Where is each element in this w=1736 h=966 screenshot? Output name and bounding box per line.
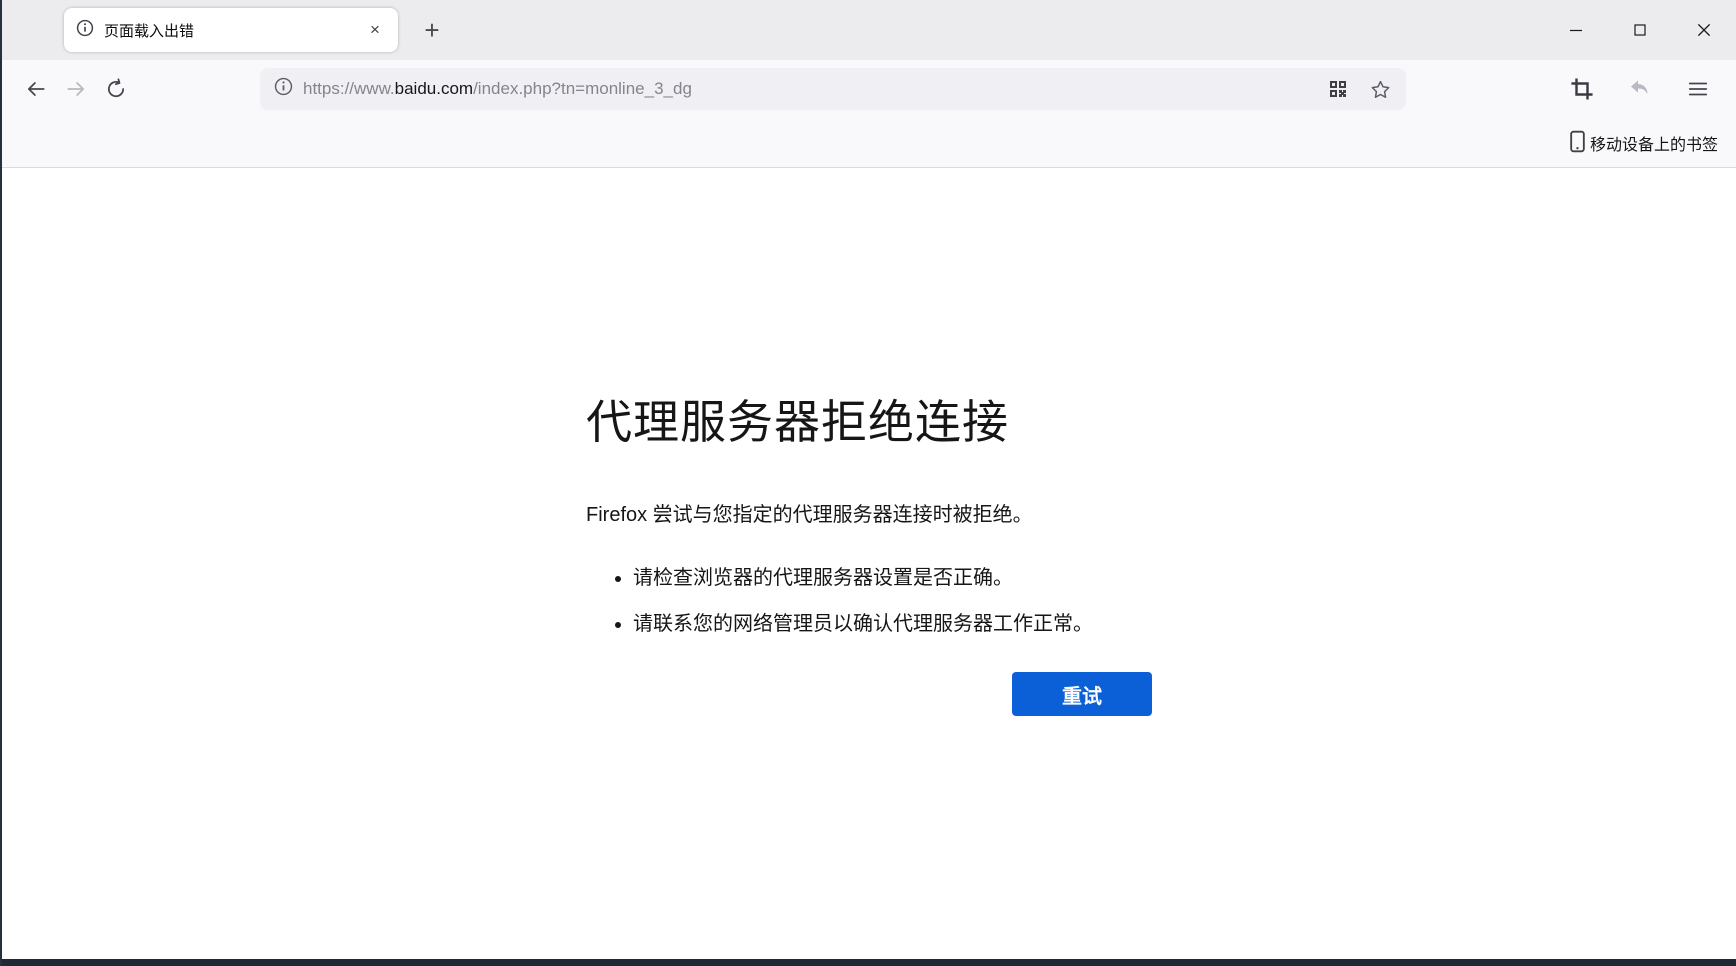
bookmarks-toolbar: 移动设备上的书签 bbox=[2, 118, 1736, 168]
tab-strip: 页面载入出错 × + bbox=[2, 0, 1736, 60]
reload-icon bbox=[105, 78, 127, 100]
tab-close-button[interactable]: × bbox=[362, 17, 388, 43]
error-suggestion-item: 请检查浏览器的代理服务器设置是否正确。 bbox=[633, 561, 1152, 590]
error-description: Firefox 尝试与您指定的代理服务器连接时被拒绝。 bbox=[586, 498, 1152, 527]
phone-icon bbox=[1569, 130, 1586, 156]
error-container: 代理服务器拒绝连接 Firefox 尝试与您指定的代理服务器连接时被拒绝。 请检… bbox=[586, 168, 1152, 716]
retry-button[interactable]: 重试 bbox=[1012, 672, 1152, 716]
button-row: 重试 bbox=[586, 672, 1152, 716]
close-window-button[interactable] bbox=[1672, 0, 1736, 60]
minimize-button[interactable] bbox=[1544, 0, 1608, 60]
hamburger-icon bbox=[1687, 78, 1709, 100]
mobile-bookmarks-item[interactable]: 移动设备上的书签 bbox=[1563, 126, 1724, 160]
error-suggestion-item: 请联系您的网络管理员以确认代理服务器工作正常。 bbox=[633, 607, 1152, 636]
crop-icon bbox=[1571, 78, 1593, 100]
forward-button[interactable] bbox=[56, 69, 96, 109]
close-icon bbox=[1695, 21, 1713, 39]
mobile-bookmarks-label: 移动设备上的书签 bbox=[1590, 131, 1718, 155]
taskbar-edge bbox=[2, 959, 1736, 966]
star-icon bbox=[1370, 79, 1391, 100]
screenshot-crop-button[interactable] bbox=[1566, 73, 1598, 105]
maximize-icon bbox=[1632, 22, 1648, 38]
active-tab[interactable]: 页面载入出错 × bbox=[64, 8, 398, 52]
tab-title: 页面载入出错 bbox=[104, 20, 352, 41]
toolbar-right-actions bbox=[1566, 73, 1722, 105]
url-path: /index.php?tn=monline_3_dg bbox=[473, 79, 692, 98]
bookmark-star-button[interactable] bbox=[1364, 73, 1396, 105]
page-content: 代理服务器拒绝连接 Firefox 尝试与您指定的代理服务器连接时被拒绝。 请检… bbox=[2, 168, 1736, 959]
error-title: 代理服务器拒绝连接 bbox=[586, 386, 1152, 452]
url-domain: baidu.com bbox=[395, 79, 473, 98]
site-info-icon[interactable] bbox=[274, 77, 293, 101]
forward-arrow-icon bbox=[65, 78, 87, 100]
window-controls bbox=[1544, 0, 1736, 60]
url-text[interactable]: https://www.baidu.com/index.php?tn=monli… bbox=[303, 79, 1312, 99]
undo-button[interactable] bbox=[1624, 73, 1656, 105]
error-suggestions-list: 请检查浏览器的代理服务器设置是否正确。 请联系您的网络管理员以确认代理服务器工作… bbox=[586, 561, 1152, 636]
qr-code-icon bbox=[1328, 79, 1348, 99]
url-bar[interactable]: https://www.baidu.com/index.php?tn=monli… bbox=[260, 68, 1406, 110]
navigation-toolbar: https://www.baidu.com/index.php?tn=monli… bbox=[2, 60, 1736, 118]
reload-button[interactable] bbox=[96, 69, 136, 109]
menu-button[interactable] bbox=[1682, 73, 1714, 105]
new-tab-button[interactable]: + bbox=[414, 12, 450, 48]
qr-code-button[interactable] bbox=[1322, 73, 1354, 105]
url-prefix: https://www. bbox=[303, 79, 395, 98]
back-button[interactable] bbox=[16, 69, 56, 109]
maximize-button[interactable] bbox=[1608, 0, 1672, 60]
undo-arrow-icon bbox=[1628, 77, 1652, 101]
info-circle-icon bbox=[76, 19, 94, 42]
browser-window: { "tab_bar": { "active_tab": { "title": … bbox=[0, 0, 1736, 966]
minimize-icon bbox=[1568, 22, 1584, 38]
back-arrow-icon bbox=[25, 78, 47, 100]
